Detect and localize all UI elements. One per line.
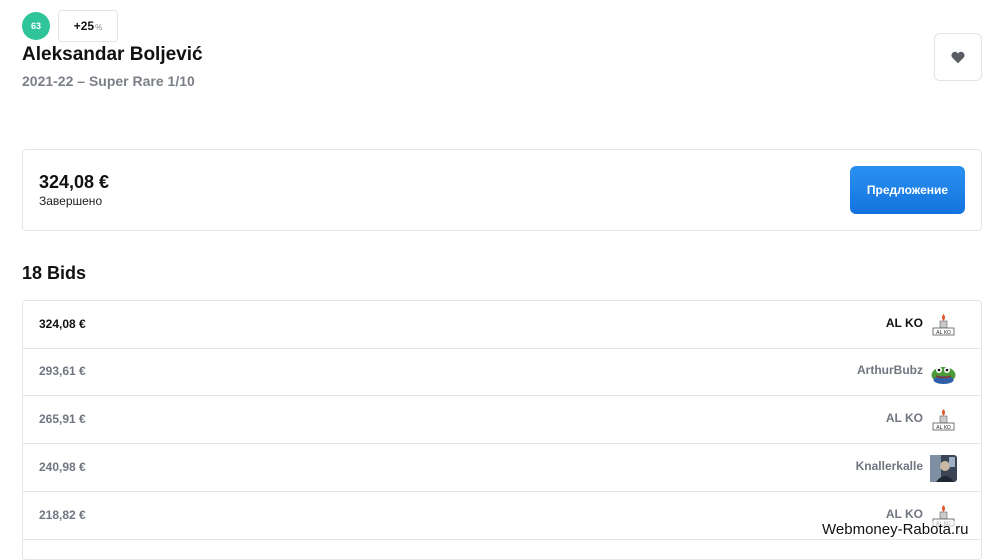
card-subtitle: 2021-22 – Super Rare 1/10 (22, 73, 195, 89)
auction-status: Завершено (39, 194, 103, 208)
svg-text:AL KO: AL KO (936, 425, 951, 431)
bids-heading: 18 Bids (22, 263, 87, 283)
bidder-name[interactable]: ArthurBubz (857, 363, 923, 377)
offer-button[interactable]: Предложение (850, 166, 965, 214)
bid-amount: 293,61 € (39, 364, 86, 378)
alko-crest-avatar[interactable]: AL KO (930, 407, 957, 434)
bonus-chip: +25% (58, 10, 118, 42)
favorite-button[interactable] (934, 33, 982, 81)
bonus-value: +25 (73, 19, 95, 33)
bid-row: 293,61 € ArthurBubz (23, 348, 981, 396)
watermark: Webmoney-Rabota.ru (822, 521, 969, 538)
bid-amount: 240,98 € (39, 460, 86, 474)
bid-amount: 218,82 € (39, 508, 86, 522)
bid-amount: 265,91 € (39, 412, 86, 426)
player-name: Aleksandar Boljević (22, 44, 203, 65)
bonus-unit: % (95, 23, 103, 32)
bidder-name[interactable]: AL KO (886, 507, 923, 521)
price-panel: 324,08 € Завершено Предложение (22, 149, 982, 231)
final-price: 324,08 € (39, 172, 110, 192)
bid-row: 324,08 € AL KO AL KO (23, 301, 981, 349)
player-score-badge: 63 (22, 12, 50, 40)
frog-avatar[interactable] (930, 359, 957, 386)
alko-crest-avatar[interactable]: AL KO (930, 312, 957, 339)
heart-icon (951, 51, 965, 63)
bidder-name[interactable]: AL KO (886, 316, 923, 330)
svg-text:AL KO: AL KO (936, 330, 951, 336)
bid-row: 240,98 € Knallerkalle (23, 444, 981, 492)
bidder-name[interactable]: AL KO (886, 411, 923, 425)
bid-amount: 324,08 € (39, 317, 86, 331)
photo-avatar[interactable] (930, 455, 957, 482)
bid-row: 265,91 € AL KO AL KO (23, 396, 981, 444)
bidder-name[interactable]: Knallerkalle (856, 459, 923, 473)
